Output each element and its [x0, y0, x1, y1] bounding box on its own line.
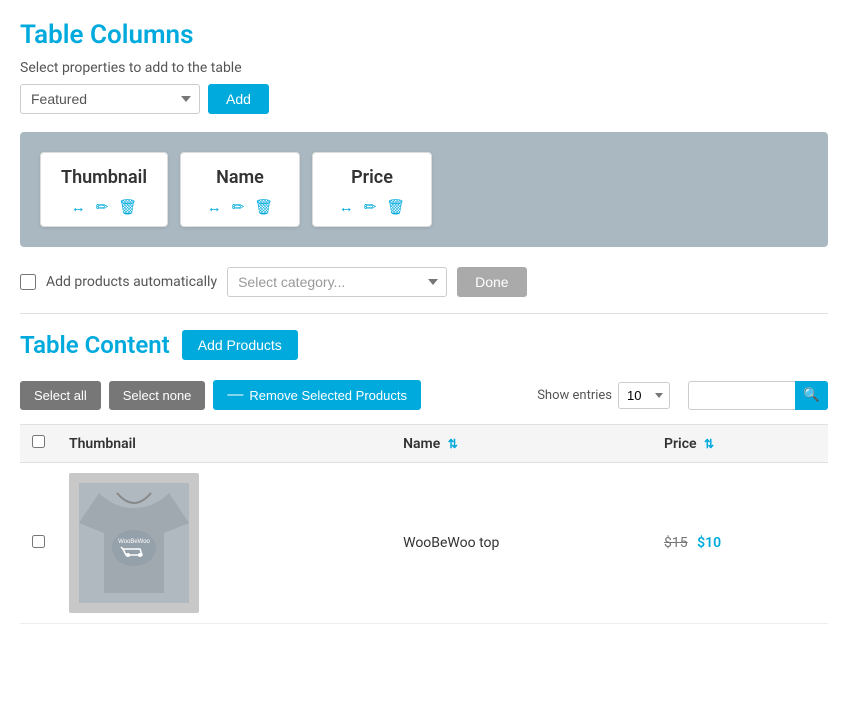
- delete-price-button[interactable]: 🗑: [386, 198, 405, 216]
- price-sort-icon: ⇅: [704, 437, 714, 451]
- show-entries-label: Show entries: [537, 388, 612, 403]
- product-price-original: $15: [664, 535, 688, 551]
- columns-area: Thumbnail ↔ ✏ 🗑 Name ↔ ✏ 🗑 Price: [20, 132, 828, 247]
- product-thumbnail: WooBeWoo: [69, 473, 199, 613]
- delete-name-button[interactable]: 🗑: [254, 198, 273, 216]
- svg-text:WooBeWoo: WooBeWoo: [118, 539, 150, 545]
- content-title-row: Table Content Add Products: [20, 330, 828, 360]
- entries-select[interactable]: 10 25 50 100: [618, 382, 670, 409]
- row-checkbox[interactable]: [32, 535, 45, 548]
- edit-name-button[interactable]: ✏: [232, 198, 245, 216]
- remove-selected-label: Remove Selected Products: [249, 388, 407, 403]
- section-divider: [20, 313, 828, 314]
- table-controls: Select all Select none — Remove Selected…: [20, 380, 828, 410]
- column-card-actions-name: ↔ ✏ 🗑: [201, 198, 279, 216]
- table-head: Thumbnail Name ⇅ Price ⇅: [20, 425, 828, 463]
- page-wrapper: Table Columns Select properties to add t…: [0, 0, 848, 720]
- name-sort-icon: ⇅: [448, 437, 458, 451]
- move-thumbnail-button[interactable]: ↔: [71, 199, 86, 216]
- search-button[interactable]: 🔍: [795, 381, 828, 410]
- header-checkbox[interactable]: [32, 435, 45, 448]
- auto-add-label: Add products automatically: [46, 274, 217, 290]
- search-wrapper: 🔍: [688, 381, 828, 410]
- column-card-title-thumbnail: Thumbnail: [61, 167, 147, 188]
- move-price-button[interactable]: ↔: [339, 199, 354, 216]
- th-name[interactable]: Name ⇅: [391, 425, 652, 463]
- remove-icon: —: [227, 387, 243, 403]
- row-name-cell: WooBeWoo top: [391, 463, 652, 624]
- product-table: Thumbnail Name ⇅ Price ⇅: [20, 424, 828, 624]
- page-title: Table Columns: [20, 20, 828, 50]
- table-content-section: Table Content Add Products Select all Se…: [20, 330, 828, 624]
- table-row: WooBeWoo WooBeWoo top: [20, 463, 828, 624]
- row-checkbox-cell: [20, 463, 57, 624]
- edit-price-button[interactable]: ✏: [364, 198, 377, 216]
- auto-add-row: Add products automatically Select catego…: [20, 267, 828, 297]
- move-name-button[interactable]: ↔: [207, 199, 222, 216]
- edit-thumbnail-button[interactable]: ✏: [96, 198, 109, 216]
- th-thumbnail: Thumbnail: [57, 425, 391, 463]
- property-row: Featured Thumbnail Name Price SKU Stock …: [20, 84, 828, 114]
- show-entries: Show entries 10 25 50 100: [537, 382, 670, 409]
- product-price-sale: $10: [697, 535, 721, 551]
- content-title: Table Content: [20, 331, 170, 359]
- column-card-actions-thumbnail: ↔ ✏ 🗑: [61, 198, 147, 216]
- product-name: WooBeWoo top: [403, 535, 499, 551]
- column-card-title-price: Price: [333, 167, 411, 188]
- table-columns-section: Table Columns Select properties to add t…: [20, 20, 828, 297]
- category-select[interactable]: Select category...: [227, 267, 447, 297]
- add-products-button[interactable]: Add Products: [182, 330, 298, 360]
- property-select[interactable]: Featured Thumbnail Name Price SKU Stock: [20, 84, 200, 114]
- row-price-cell: $15 $10: [652, 463, 828, 624]
- select-none-button[interactable]: Select none: [109, 381, 206, 410]
- column-card-name: Name ↔ ✏ 🗑: [180, 152, 300, 227]
- table-body: WooBeWoo WooBeWoo top: [20, 463, 828, 624]
- select-all-button[interactable]: Select all: [20, 381, 101, 410]
- add-property-button[interactable]: Add: [208, 84, 269, 114]
- th-select-all: [20, 425, 57, 463]
- subtitle: Select properties to add to the table: [20, 60, 828, 76]
- column-card-actions-price: ↔ ✏ 🗑: [333, 198, 411, 216]
- search-icon: 🔍: [803, 387, 820, 403]
- column-card-price: Price ↔ ✏ 🗑: [312, 152, 432, 227]
- column-card-thumbnail: Thumbnail ↔ ✏ 🗑: [40, 152, 168, 227]
- column-card-title-name: Name: [201, 167, 279, 188]
- tshirt-icon: WooBeWoo: [79, 483, 189, 603]
- table-header-row: Thumbnail Name ⇅ Price ⇅: [20, 425, 828, 463]
- th-price[interactable]: Price ⇅: [652, 425, 828, 463]
- row-thumbnail-cell: WooBeWoo: [57, 463, 391, 624]
- auto-add-checkbox[interactable]: [20, 274, 36, 290]
- done-button[interactable]: Done: [457, 267, 526, 297]
- remove-selected-button[interactable]: — Remove Selected Products: [213, 380, 421, 410]
- delete-thumbnail-button[interactable]: 🗑: [118, 198, 137, 216]
